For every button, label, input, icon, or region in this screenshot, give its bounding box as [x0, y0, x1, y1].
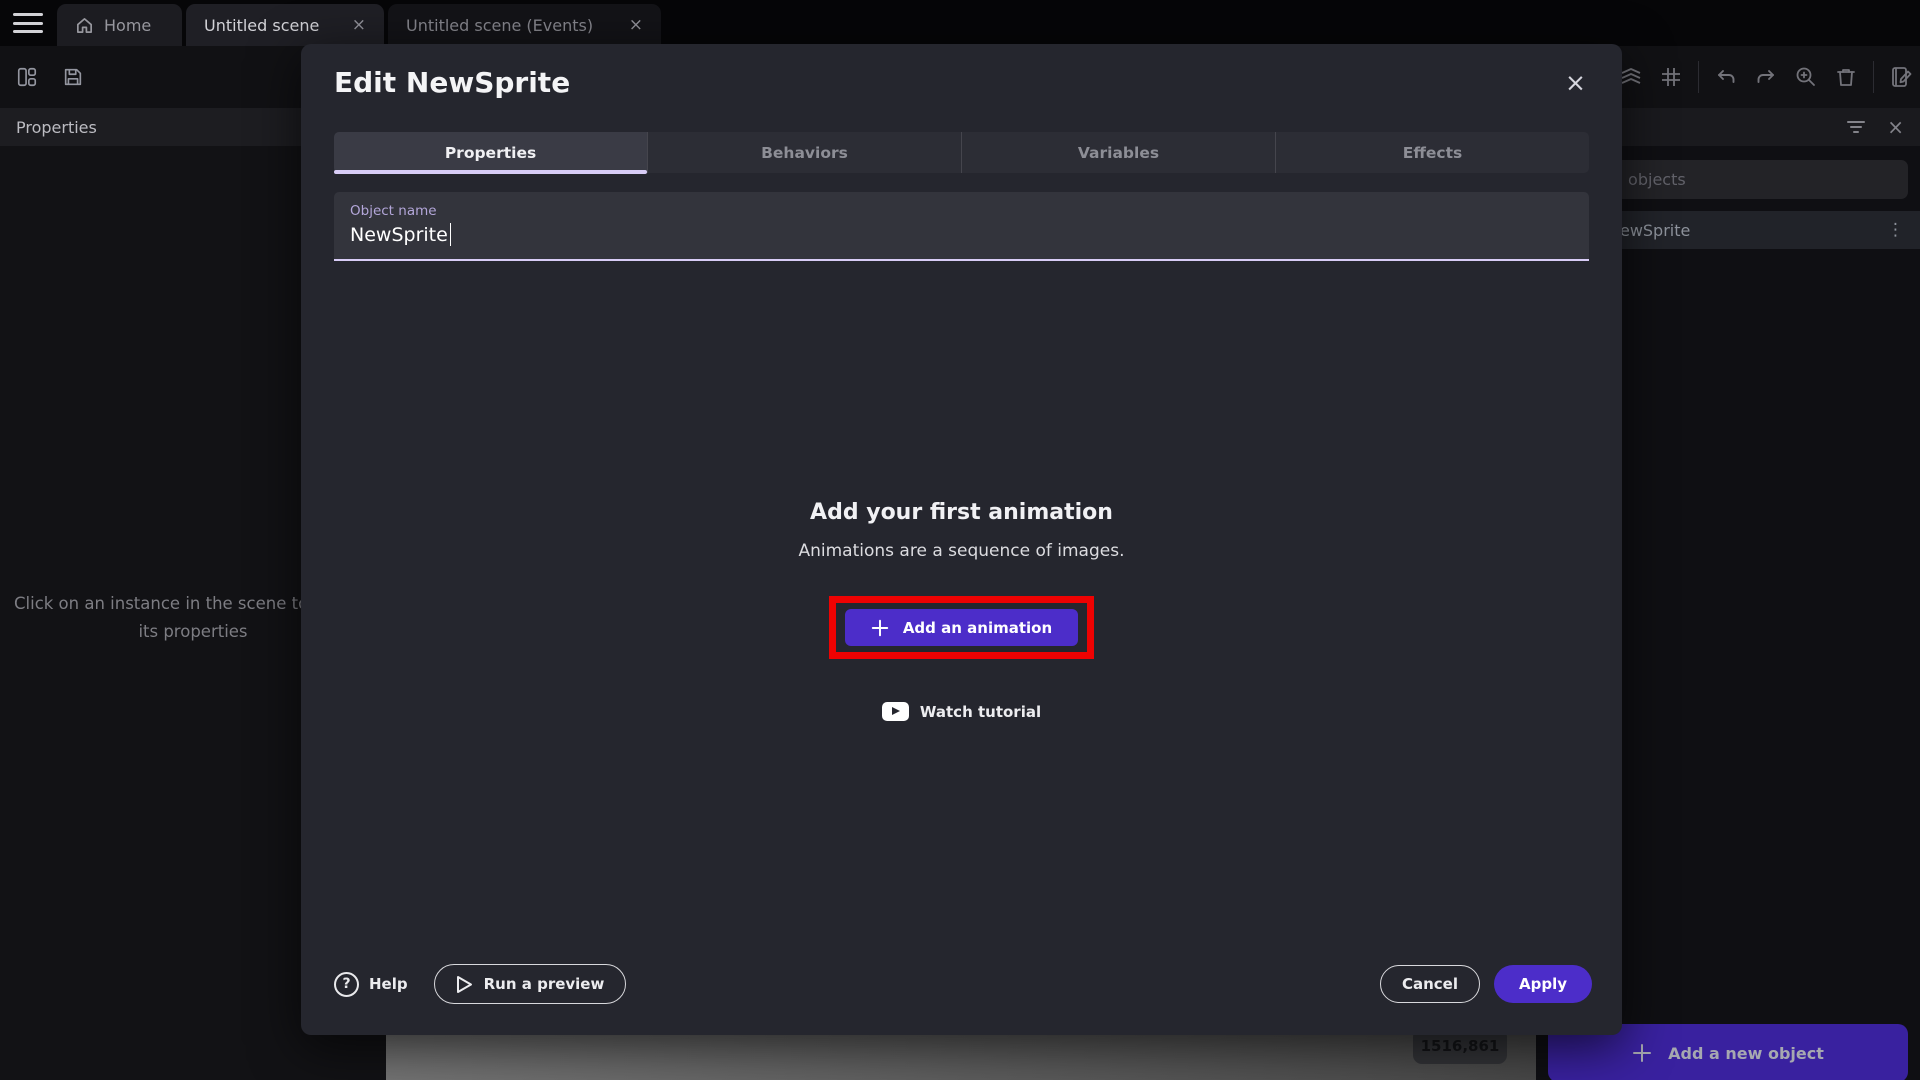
edit-object-dialog: Edit NewSprite × Properties Behaviors Va… — [301, 44, 1622, 1035]
tab-home-label: Home — [104, 16, 151, 35]
tab-events-label: Untitled scene (Events) — [406, 16, 593, 35]
tab-variables[interactable]: Variables — [962, 132, 1276, 173]
redo-icon[interactable] — [1753, 64, 1779, 90]
plus-icon — [871, 619, 889, 637]
object-name-field-label: Object name — [350, 203, 1573, 219]
edit-scene-properties-icon[interactable] — [1888, 64, 1914, 90]
tab-properties[interactable]: Properties — [334, 132, 648, 173]
panels-layout-icon[interactable] — [14, 64, 40, 90]
main-menu-icon[interactable] — [13, 13, 43, 33]
youtube-icon — [882, 702, 909, 721]
tab-scene-label: Untitled scene — [204, 16, 319, 35]
toolbar-divider — [1873, 61, 1874, 93]
plus-icon — [1632, 1043, 1652, 1063]
tab-home[interactable]: Home — [57, 4, 182, 46]
cancel-button[interactable]: Cancel — [1380, 965, 1480, 1003]
add-an-animation-label: Add an animation — [903, 619, 1052, 637]
run-a-preview-label: Run a preview — [484, 975, 605, 993]
tab-untitled-scene-events[interactable]: Untitled scene (Events) × — [388, 4, 661, 46]
close-icon[interactable]: × — [629, 17, 643, 34]
dialog-tab-bar: Properties Behaviors Variables Effects — [334, 132, 1589, 173]
help-button[interactable]: ? Help — [334, 972, 408, 997]
dialog-footer: ? Help Run a preview Cancel Apply — [334, 963, 1592, 1005]
dialog-title: Edit NewSprite — [334, 66, 570, 99]
filter-icon[interactable] — [1847, 120, 1865, 134]
empty-state-subtitle: Animations are a sequence of images. — [301, 541, 1622, 561]
grid-icon[interactable] — [1658, 64, 1684, 90]
play-icon — [456, 975, 473, 994]
add-new-object-label: Add a new object — [1668, 1044, 1824, 1063]
tab-behaviors[interactable]: Behaviors — [648, 132, 962, 173]
object-name-field-value: NewSprite — [350, 224, 448, 246]
watch-tutorial-link[interactable]: Watch tutorial — [301, 702, 1622, 721]
close-dialog-icon[interactable]: × — [1565, 70, 1586, 95]
save-icon[interactable] — [60, 64, 86, 90]
tab-effects[interactable]: Effects — [1276, 132, 1589, 173]
run-a-preview-button[interactable]: Run a preview — [434, 964, 627, 1004]
watch-tutorial-label: Watch tutorial — [920, 703, 1041, 721]
home-icon — [75, 16, 94, 35]
kebab-menu-icon[interactable]: ⋮ — [1887, 220, 1904, 240]
highlight-annotation-box: Add an animation — [829, 596, 1094, 659]
top-tab-bar: Home Untitled scene × Untitled scene (Ev… — [0, 0, 1920, 46]
question-mark-icon: ? — [334, 972, 359, 997]
undo-icon[interactable] — [1713, 64, 1739, 90]
trash-icon[interactable] — [1833, 64, 1859, 90]
add-an-animation-button[interactable]: Add an animation — [845, 609, 1078, 646]
app-window: Home Untitled scene × Untitled scene (Ev… — [0, 0, 1920, 1080]
empty-state-heading: Add your first animation — [301, 500, 1622, 525]
text-caret — [450, 223, 452, 246]
apply-button[interactable]: Apply — [1494, 965, 1592, 1003]
close-panel-icon[interactable]: × — [1887, 115, 1904, 139]
close-icon[interactable]: × — [352, 17, 366, 34]
toolbar-divider — [1698, 61, 1699, 93]
object-name-field[interactable]: Object name NewSprite — [334, 192, 1589, 261]
zoom-in-icon[interactable] — [1793, 64, 1819, 90]
help-label: Help — [369, 975, 408, 993]
tab-untitled-scene[interactable]: Untitled scene × — [186, 4, 384, 46]
